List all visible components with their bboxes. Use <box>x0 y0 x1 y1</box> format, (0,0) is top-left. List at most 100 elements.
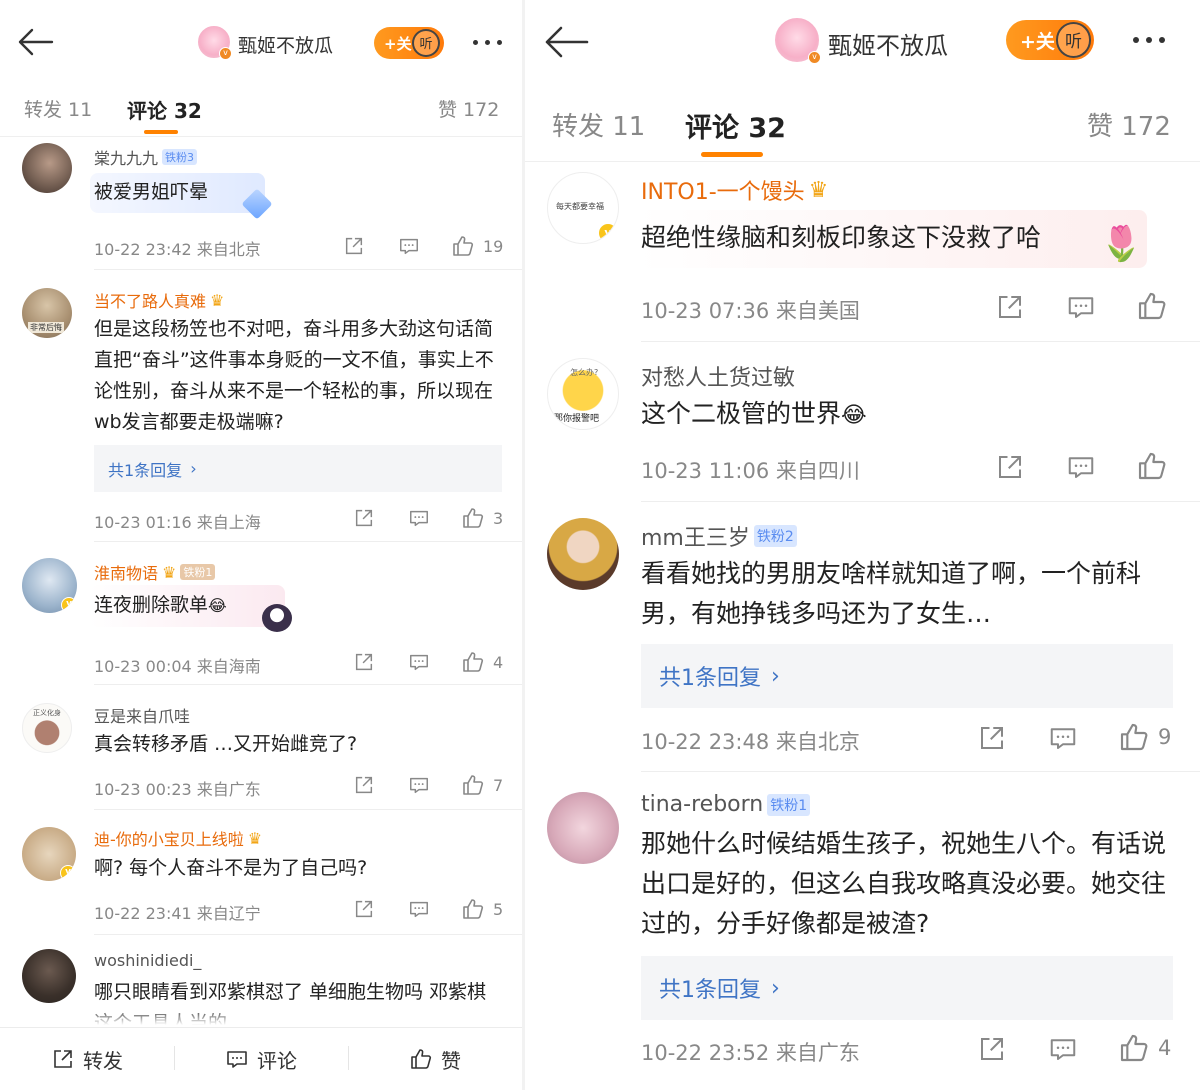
comment-icon[interactable] <box>398 235 420 257</box>
like-button[interactable]: 19 <box>451 234 503 258</box>
share-icon[interactable] <box>353 651 375 673</box>
follow-label: +关 <box>384 34 412 53</box>
tab-likes[interactable]: 赞 172 <box>1087 106 1171 143</box>
like-icon <box>1118 1032 1150 1064</box>
comment-item: woshinidiedi_ 哪只眼睛看到邓紫棋怼了 单细胞生物吗 邓紫棋这个工具… <box>0 935 522 1025</box>
tab-likes[interactable]: 赞 172 <box>438 95 499 122</box>
user-avatar[interactable]: 正义化身 <box>22 703 72 753</box>
like-button[interactable] <box>1136 450 1176 482</box>
comment-text: 超绝性缘脑和刻板印象这下没救了哈 <box>641 223 1042 252</box>
comment-button[interactable]: 评论 <box>174 1028 348 1090</box>
author-avatar[interactable]: v <box>196 24 232 60</box>
comment-username[interactable]: 豆是来自爪哇 <box>94 703 190 727</box>
author-name[interactable]: 甄姬不放瓜 <box>238 31 333 58</box>
user-avatar[interactable] <box>22 949 76 1003</box>
comment-text: 真会转移矛盾 …又开始雌竞了? <box>94 733 358 755</box>
comment-username[interactable]: 当不了路人真难 ♛ <box>94 288 224 312</box>
reply-thread-link[interactable]: 共1条回复 › <box>94 445 502 492</box>
tab-comments[interactable]: 评论 32 <box>685 106 786 145</box>
like-button[interactable]: 5 <box>461 897 503 921</box>
back-arrow-icon[interactable] <box>18 28 54 56</box>
comment-item: v 淮南物语 ♛ 铁粉1 连夜删除歌单😂 10-23 00:04 来自海南 4 <box>0 542 522 685</box>
author-name[interactable]: 甄姬不放瓜 <box>828 26 948 61</box>
like-button[interactable]: 4 <box>461 650 503 674</box>
comment-meta: 10-23 11:06 来自四川 <box>641 459 860 483</box>
comment-icon[interactable] <box>1048 1034 1078 1064</box>
comment-username[interactable]: mm王三岁 铁粉2 <box>641 520 797 552</box>
share-icon[interactable] <box>977 723 1007 753</box>
laughing-emoji-icon: 😂 <box>841 403 867 428</box>
fan-badge: 铁粉1 <box>767 793 811 816</box>
more-options-icon[interactable] <box>1133 37 1165 43</box>
share-icon[interactable] <box>977 1034 1007 1064</box>
like-button[interactable]: 4 <box>1118 1032 1171 1064</box>
like-icon <box>1136 450 1168 482</box>
comment-username[interactable]: 棠九九九 铁粉3 <box>94 145 198 169</box>
tulip-sticker-icon: 🌷 <box>1100 224 1143 264</box>
crown-icon: ♛ <box>247 828 263 848</box>
like-icon <box>461 506 485 530</box>
comment-text: 啊? 每个人奋斗不是为了自己吗? <box>94 857 368 879</box>
comment-item: mm王三岁 铁粉2 看看她找的男朋友啥样就知道了啊，一个前科男，有她挣钱多吗还为了… <box>525 502 1200 772</box>
user-avatar[interactable]: v <box>22 827 76 881</box>
comment-icon[interactable] <box>1048 723 1078 753</box>
comment-icon[interactable] <box>408 507 430 529</box>
top-nav-bar: v 甄姬不放瓜 +关 听 <box>525 0 1200 90</box>
user-avatar[interactable]: 每天都要幸福 v <box>547 172 619 244</box>
active-tab-indicator <box>144 130 178 134</box>
follow-button[interactable]: +关 听 <box>374 27 444 59</box>
reply-thread-link[interactable]: 共1条回复 › <box>641 956 1173 1020</box>
tab-repost[interactable]: 转发 11 <box>24 95 92 122</box>
tab-comments[interactable]: 评论 32 <box>127 95 202 124</box>
reply-thread-link[interactable]: 共1条回复 › <box>641 644 1173 708</box>
listen-icon[interactable]: 听 <box>412 28 440 58</box>
comment-username[interactable]: 淮南物语 ♛ 铁粉1 <box>94 560 216 584</box>
share-icon[interactable] <box>995 452 1025 482</box>
comment-icon[interactable] <box>408 898 430 920</box>
back-arrow-icon[interactable] <box>545 26 589 58</box>
comment-username[interactable]: woshinidiedi_ <box>94 951 201 970</box>
share-icon[interactable] <box>353 507 375 529</box>
comment-username[interactable]: INTO1-一个馒头 ♛ <box>641 174 828 206</box>
fan-badge: 铁粉1 <box>180 564 216 580</box>
more-options-icon[interactable] <box>473 40 502 45</box>
like-post-button[interactable]: 赞 <box>348 1028 522 1090</box>
share-icon[interactable] <box>343 235 365 257</box>
user-avatar[interactable] <box>22 143 72 193</box>
user-avatar[interactable]: v <box>22 558 77 613</box>
comment-icon[interactable] <box>1066 292 1096 322</box>
comment-icon[interactable] <box>1066 452 1096 482</box>
fan-badge: 铁粉2 <box>753 525 797 547</box>
author-avatar[interactable]: v <box>773 16 821 64</box>
comment-meta: 10-23 00:23 来自广东 <box>94 780 261 799</box>
comment-item: 非常后悔 当不了路人真难 ♛ 但是这段杨笠也不对吧，奋斗用多大劲这句话简直把“奋斗… <box>0 270 522 542</box>
comment-username[interactable]: tina-reborn 铁粉1 <box>641 792 811 817</box>
comment-icon[interactable] <box>408 651 430 673</box>
user-avatar[interactable] <box>547 792 619 864</box>
like-button[interactable]: 7 <box>461 773 503 797</box>
user-avatar[interactable] <box>547 518 619 590</box>
follow-button[interactable]: +关 听 <box>1006 20 1094 60</box>
user-avatar[interactable]: 非常后悔 <box>22 288 72 338</box>
like-button[interactable] <box>1136 290 1176 322</box>
comment-username[interactable]: 对愁人土货过敏 <box>641 360 795 392</box>
share-icon[interactable] <box>995 292 1025 322</box>
listen-icon[interactable]: 听 <box>1056 22 1091 58</box>
crown-icon: ♛ <box>808 177 829 203</box>
top-nav-bar: v 甄姬不放瓜 +关 听 <box>0 0 522 85</box>
tab-bar: 转发 11 评论 32 赞 172 <box>525 90 1200 162</box>
share-icon[interactable] <box>353 898 375 920</box>
repost-button[interactable]: 转发 <box>0 1028 174 1090</box>
user-avatar[interactable]: 怎么办? 那你报警吧 <box>547 358 619 430</box>
tab-repost[interactable]: 转发 11 <box>552 106 645 143</box>
comment-item: v 迪-你的小宝贝上线啦 ♛ 啊? 每个人奋斗不是为了自己吗? 10-22 23:… <box>0 810 522 935</box>
share-icon[interactable] <box>353 774 375 796</box>
chevron-right-icon: › <box>190 459 197 478</box>
comment-meta: 10-22 23:42 来自北京 <box>94 240 261 259</box>
like-button[interactable]: 9 <box>1118 721 1171 753</box>
like-button[interactable]: 3 <box>461 506 503 530</box>
crown-icon: ♛ <box>162 562 177 582</box>
comment-text: 那她什么时候结婚生孩子，祝她生八个。有话说出口是好的，但这么自我攻略真没必要。她… <box>641 829 1167 938</box>
comment-username[interactable]: 迪-你的小宝贝上线啦 ♛ <box>94 826 262 850</box>
comment-icon[interactable] <box>408 774 430 796</box>
